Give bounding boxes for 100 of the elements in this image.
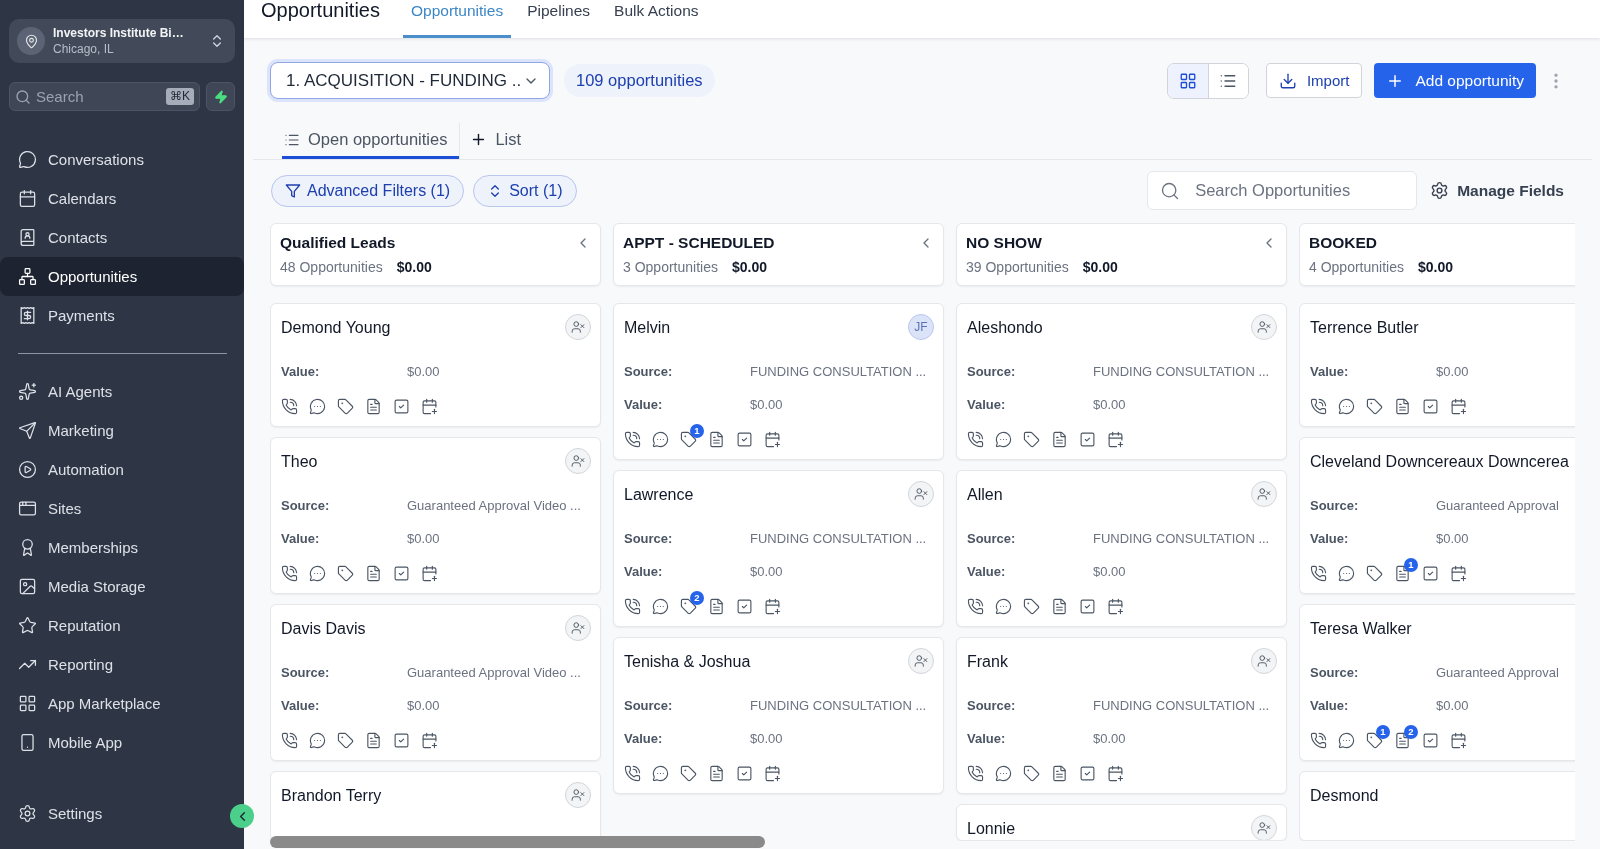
checkbox-icon[interactable] <box>736 597 753 615</box>
document-icon[interactable] <box>708 430 725 448</box>
calendar-plus-icon[interactable] <box>1107 430 1124 448</box>
document-icon[interactable] <box>708 764 725 782</box>
phone-call-icon[interactable] <box>1310 731 1327 749</box>
calendar-plus-icon[interactable] <box>1450 564 1467 582</box>
checkbox-icon[interactable] <box>1079 430 1096 448</box>
opportunity-card[interactable]: Cleveland Downcereaux Downcerea Source: Guaranteed Approval Value: $0.00 1 <box>1299 437 1575 594</box>
nav-item[interactable]: Mobile App <box>0 723 244 762</box>
document-icon[interactable] <box>1051 597 1068 615</box>
checkbox-icon[interactable] <box>1079 597 1096 615</box>
chat-bubble-icon[interactable] <box>309 564 326 582</box>
nav-item[interactable]: Memberships <box>0 528 244 567</box>
chat-bubble-icon[interactable] <box>652 430 669 448</box>
calendar-plus-icon[interactable] <box>421 397 438 415</box>
unassigned-user-icon[interactable] <box>908 481 934 507</box>
document-icon[interactable] <box>365 397 382 415</box>
document-icon[interactable] <box>1394 397 1411 415</box>
list-tab[interactable]: Open opportunities <box>282 120 460 159</box>
checkbox-icon[interactable] <box>736 764 753 782</box>
nav-item[interactable]: Media Storage <box>0 567 244 606</box>
tag-icon[interactable] <box>337 564 354 582</box>
unassigned-user-icon[interactable] <box>1251 314 1277 340</box>
opportunity-card[interactable]: Allen Source: FUNDING CONSULTATION ... Value: $0.00 <box>956 470 1287 627</box>
calendar-plus-icon[interactable] <box>1450 731 1467 749</box>
opportunity-card[interactable]: Theo Source: Guaranteed Approval Video ... Value: $0.00 <box>270 437 601 594</box>
tag-icon[interactable] <box>1366 397 1383 415</box>
phone-call-icon[interactable] <box>967 430 984 448</box>
nav-item[interactable]: Sites <box>0 489 244 528</box>
document-icon[interactable] <box>1051 764 1068 782</box>
calendar-plus-icon[interactable] <box>764 430 781 448</box>
page-tab[interactable]: Bulk Actions <box>606 0 707 38</box>
sort-button[interactable]: Sort (1) <box>473 174 577 207</box>
checkbox-icon[interactable] <box>1079 764 1096 782</box>
nav-item[interactable]: App Marketplace <box>0 684 244 723</box>
chat-bubble-icon[interactable] <box>1338 397 1355 415</box>
calendar-plus-icon[interactable] <box>1107 597 1124 615</box>
unassigned-user-icon[interactable] <box>565 448 591 474</box>
calendar-plus-icon[interactable] <box>764 764 781 782</box>
phone-call-icon[interactable] <box>624 430 641 448</box>
add-opportunity-button[interactable]: Add opportunity <box>1374 63 1536 98</box>
filter-button[interactable]: Advanced Filters (1) <box>271 174 465 207</box>
chat-bubble-icon[interactable] <box>652 764 669 782</box>
unassigned-user-icon[interactable] <box>1251 815 1277 840</box>
opportunity-card[interactable]: Desmond <box>1299 771 1575 841</box>
calendar-plus-icon[interactable] <box>421 731 438 749</box>
tag-icon[interactable] <box>1023 597 1040 615</box>
page-tab[interactable]: Opportunities <box>402 0 512 38</box>
quick-action-button[interactable] <box>206 82 235 111</box>
document-icon[interactable] <box>1051 430 1068 448</box>
opportunity-card[interactable]: Melvin JF Source: FUNDING CONSULTATION ... Value: $0.00 1 <box>613 303 944 460</box>
unassigned-user-icon[interactable] <box>565 615 591 641</box>
import-button[interactable]: Import <box>1265 63 1363 98</box>
phone-call-icon[interactable] <box>281 731 298 749</box>
unassigned-user-icon[interactable] <box>908 648 934 674</box>
unassigned-user-icon[interactable] <box>565 314 591 340</box>
unassigned-user-icon[interactable] <box>1251 481 1277 507</box>
calendar-plus-icon[interactable] <box>764 597 781 615</box>
checkbox-icon[interactable] <box>393 397 410 415</box>
nav-item[interactable]: Settings <box>0 794 218 833</box>
phone-call-icon[interactable] <box>1310 397 1327 415</box>
phone-call-icon[interactable] <box>967 764 984 782</box>
phone-call-icon[interactable] <box>624 764 641 782</box>
grid-view-button[interactable] <box>1167 63 1208 98</box>
opportunity-card[interactable]: Frank Source: FUNDING CONSULTATION ... Value: $0.00 <box>956 637 1287 794</box>
calendar-plus-icon[interactable] <box>421 564 438 582</box>
chat-bubble-icon[interactable] <box>309 731 326 749</box>
opportunity-card[interactable]: Aleshondo Source: FUNDING CONSULTATION ... Value: $0.00 <box>956 303 1287 460</box>
chat-bubble-icon[interactable] <box>995 764 1012 782</box>
nav-item[interactable]: Contacts <box>0 218 244 257</box>
document-icon[interactable] <box>365 564 382 582</box>
tag-icon[interactable] <box>1023 764 1040 782</box>
chat-bubble-icon[interactable] <box>1338 564 1355 582</box>
opportunity-card[interactable]: Davis Davis Source: Guaranteed Approval Video ... Value: $0.00 <box>270 604 601 761</box>
chat-bubble-icon[interactable] <box>995 430 1012 448</box>
tag-icon[interactable] <box>680 764 697 782</box>
chat-bubble-icon[interactable] <box>995 597 1012 615</box>
opportunity-card[interactable]: Lonnie <box>956 804 1287 841</box>
pipeline-select[interactable]: 1. ACQUISITION - FUNDING .. <box>270 62 550 99</box>
opportunity-card[interactable]: Tenisha & Joshua Source: FUNDING CONSULTATION ... Value: $0.00 <box>613 637 944 794</box>
manage-fields-button[interactable]: Manage Fields <box>1430 181 1564 200</box>
opportunity-card[interactable]: Demond Young Value: $0.00 <box>270 303 601 427</box>
tag-icon[interactable] <box>1366 564 1383 582</box>
checkbox-icon[interactable] <box>736 430 753 448</box>
checkbox-icon[interactable] <box>1422 731 1439 749</box>
phone-call-icon[interactable] <box>967 597 984 615</box>
nav-item[interactable]: Calendars <box>0 179 244 218</box>
document-icon[interactable] <box>365 731 382 749</box>
checkbox-icon[interactable] <box>1422 397 1439 415</box>
chat-bubble-icon[interactable] <box>1338 731 1355 749</box>
tag-icon[interactable] <box>1023 430 1040 448</box>
tag-icon[interactable] <box>337 397 354 415</box>
opportunity-card[interactable]: Lawrence Source: FUNDING CONSULTATION ... Value: $0.00 2 <box>613 470 944 627</box>
checkbox-icon[interactable] <box>393 731 410 749</box>
nav-item[interactable]: Opportunities <box>0 257 244 296</box>
opportunity-card[interactable]: Teresa Walker Source: Guaranteed Approval Value: $0.00 1 2 <box>1299 604 1575 761</box>
nav-item[interactable]: Payments <box>0 296 244 335</box>
calendar-plus-icon[interactable] <box>1450 397 1467 415</box>
nav-item[interactable]: Reporting <box>0 645 244 684</box>
phone-call-icon[interactable] <box>1310 564 1327 582</box>
